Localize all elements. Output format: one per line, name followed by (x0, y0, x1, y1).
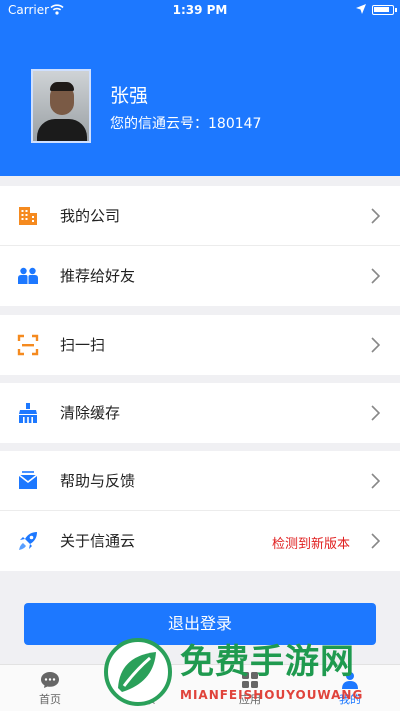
menu-item-label: 我的公司 (60, 207, 121, 225)
friends-icon (18, 267, 38, 284)
broom-icon (19, 403, 37, 423)
tab-label: 首页 (39, 693, 61, 706)
menu-item-help-feedback[interactable]: 帮助与反馈 (0, 451, 400, 511)
menu-item-label: 清除缓存 (60, 404, 121, 422)
menu-item-scan[interactable]: 扫一扫 (0, 315, 400, 375)
menu-item-label: 推荐给好友 (60, 267, 136, 285)
menu-group-3: 清除缓存 (0, 383, 400, 443)
menu-item-label: 帮助与反馈 (60, 472, 136, 490)
user-name: 张强 (110, 85, 149, 107)
chevron-right-icon (371, 405, 380, 421)
tab-home[interactable]: 首页 (0, 665, 100, 711)
feedback-icon (18, 471, 38, 489)
menu-group-1: 我的公司 推荐给好友 (0, 186, 400, 306)
update-notice: 检测到新版本 (271, 537, 350, 552)
watermark-title: 免费手游网 (180, 642, 355, 682)
avatar[interactable] (31, 69, 91, 143)
watermark-logo (104, 638, 172, 706)
menu-group-4: 帮助与反馈 关于信通云 检测到新版本 (0, 451, 400, 571)
location-icon (356, 4, 366, 14)
menu-item-label: 扫一扫 (60, 336, 106, 354)
menu-item-about[interactable]: 关于信通云 检测到新版本 (0, 511, 400, 571)
chevron-right-icon (371, 533, 380, 549)
watermark-subtitle: MIANFEISHOUYOUWANG (180, 688, 364, 702)
scan-icon (17, 334, 39, 356)
menu-group-2: 扫一扫 (0, 315, 400, 375)
menu-item-my-company[interactable]: 我的公司 (0, 186, 400, 246)
clock: 1:39 PM (172, 3, 228, 17)
status-bar: Carrier 1:39 PM (0, 0, 400, 20)
building-icon (19, 207, 37, 225)
user-id: 您的信通云号：180147 (110, 116, 262, 132)
chevron-right-icon (371, 268, 380, 284)
leaf-icon (118, 652, 156, 692)
rocket-icon (19, 532, 37, 550)
battery-icon (372, 5, 397, 15)
chat-icon (41, 672, 59, 688)
chevron-right-icon (371, 337, 380, 353)
chevron-right-icon (371, 208, 380, 224)
chevron-right-icon (371, 473, 380, 489)
menu-item-label: 关于信通云 (60, 532, 136, 550)
menu-item-recommend-friends[interactable]: 推荐给好友 (0, 246, 400, 306)
site-watermark: 免费手游网 MIANFEISHOUYOUWANG (100, 632, 400, 711)
menu-item-clear-cache[interactable]: 清除缓存 (0, 383, 400, 443)
profile-header: 张强 您的信通云号：180147 (0, 0, 400, 176)
